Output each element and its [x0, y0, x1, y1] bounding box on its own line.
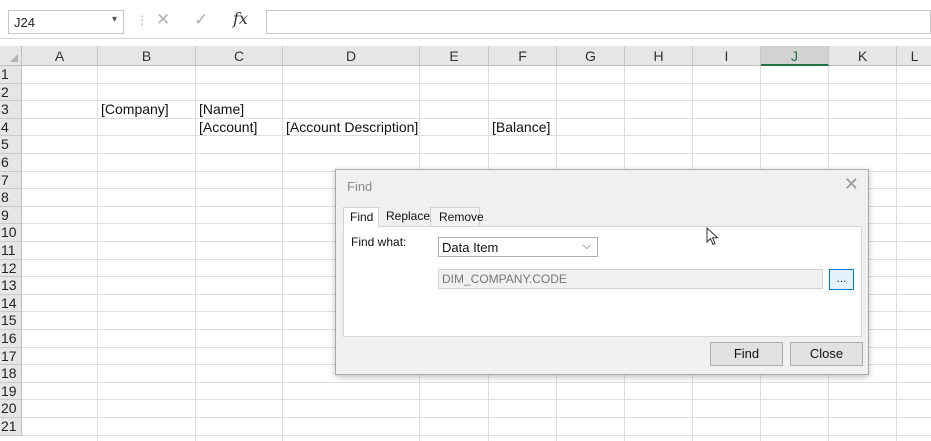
- row-header-10[interactable]: 10: [0, 224, 22, 242]
- chevron-down-icon: ⌵: [582, 240, 591, 252]
- gridline: [22, 434, 931, 436]
- gridline: [22, 417, 931, 418]
- column-header-h[interactable]: H: [625, 46, 693, 66]
- row-header-18[interactable]: 18: [0, 365, 22, 383]
- cell-c3[interactable]: [Name]: [199, 101, 244, 118]
- formula-input[interactable]: [266, 10, 931, 34]
- row-header-19[interactable]: 19: [0, 382, 22, 401]
- row-header-9[interactable]: 9: [0, 206, 22, 225]
- column-header-j[interactable]: J: [761, 46, 829, 66]
- row-header-17[interactable]: 17: [0, 347, 22, 366]
- gridline: [22, 381, 931, 383]
- row-header-13[interactable]: 13: [0, 277, 22, 295]
- name-box[interactable]: J24 ▾: [8, 10, 124, 34]
- row-header-1[interactable]: 1: [0, 66, 22, 84]
- gridline: [22, 399, 931, 401]
- tab-find[interactable]: Find: [343, 207, 379, 227]
- find-what-selected: Data Item: [442, 240, 499, 255]
- row-header-11[interactable]: 11: [0, 242, 22, 260]
- dialog-title: Find: [347, 179, 373, 194]
- row-header-8[interactable]: 8: [0, 189, 22, 207]
- gridline: [22, 135, 931, 137]
- row-header-2[interactable]: 2: [0, 83, 22, 102]
- tab-remove[interactable]: Remove: [430, 207, 484, 226]
- row-header-7[interactable]: 7: [0, 171, 22, 190]
- insert-function-icon[interactable]: fx: [233, 9, 248, 28]
- row-header-16[interactable]: 16: [0, 330, 22, 348]
- column-header-a[interactable]: A: [22, 46, 98, 66]
- column-header-d[interactable]: D: [283, 46, 420, 66]
- column-header-f[interactable]: F: [489, 46, 557, 66]
- gridline: [195, 66, 196, 441]
- column-header-l[interactable]: L: [897, 46, 931, 66]
- column-header-c[interactable]: C: [196, 46, 283, 66]
- column-header-g[interactable]: G: [557, 46, 625, 66]
- select-all-button[interactable]: [0, 46, 22, 66]
- row-header-15[interactable]: 15: [0, 312, 22, 330]
- find-dialog: Find ✕ Find Replace Remove Find what: Da…: [335, 169, 869, 375]
- find-button[interactable]: Find: [710, 342, 783, 366]
- row-header-20[interactable]: 20: [0, 400, 22, 418]
- cell-c4[interactable]: [Account]: [199, 119, 257, 136]
- enter-icon[interactable]: ✓: [194, 10, 208, 30]
- row-header-5[interactable]: 5: [0, 136, 22, 154]
- browse-button[interactable]: ...: [829, 269, 854, 290]
- row-header-4[interactable]: 4: [0, 118, 22, 137]
- tab-replace[interactable]: Replace: [386, 207, 430, 226]
- gridline: [896, 66, 897, 441]
- gridline: [282, 66, 283, 441]
- row-header-3[interactable]: 3: [0, 101, 22, 119]
- cell-d4[interactable]: [Account Description]: [286, 119, 418, 136]
- close-button[interactable]: Close: [790, 342, 863, 366]
- formula-bar: J24 ▾ ⋮ ✕ ✓ fx: [0, 0, 931, 39]
- column-header-k[interactable]: K: [829, 46, 897, 66]
- row-header-14[interactable]: 14: [0, 294, 22, 313]
- find-what-label: Find what:: [351, 235, 407, 249]
- column-header-b[interactable]: B: [98, 46, 196, 66]
- row-header-12[interactable]: 12: [0, 259, 22, 278]
- find-tab-panel: Find what: Data Item ⌵ DIM_COMPANY.CODE …: [343, 226, 862, 337]
- column-header-i[interactable]: I: [693, 46, 761, 66]
- gridline: [22, 82, 931, 84]
- find-what-select[interactable]: Data Item ⌵: [438, 237, 598, 257]
- row-header-21[interactable]: 21: [0, 418, 22, 436]
- column-header-e[interactable]: E: [420, 46, 489, 66]
- chevron-down-icon[interactable]: ▾: [112, 14, 117, 25]
- more-options-icon: ⋮: [136, 13, 148, 27]
- gridline: [97, 66, 98, 441]
- cell-b3[interactable]: [Company]: [101, 101, 169, 118]
- data-item-field: DIM_COMPANY.CODE: [438, 269, 823, 289]
- row-header-6[interactable]: 6: [0, 154, 22, 172]
- cancel-icon[interactable]: ✕: [156, 10, 170, 30]
- mouse-pointer-icon: [706, 227, 719, 246]
- cell-f4[interactable]: [Balance]: [492, 119, 550, 136]
- gridline: [22, 153, 931, 154]
- name-box-value: J24: [14, 15, 35, 30]
- close-icon[interactable]: ✕: [844, 174, 859, 195]
